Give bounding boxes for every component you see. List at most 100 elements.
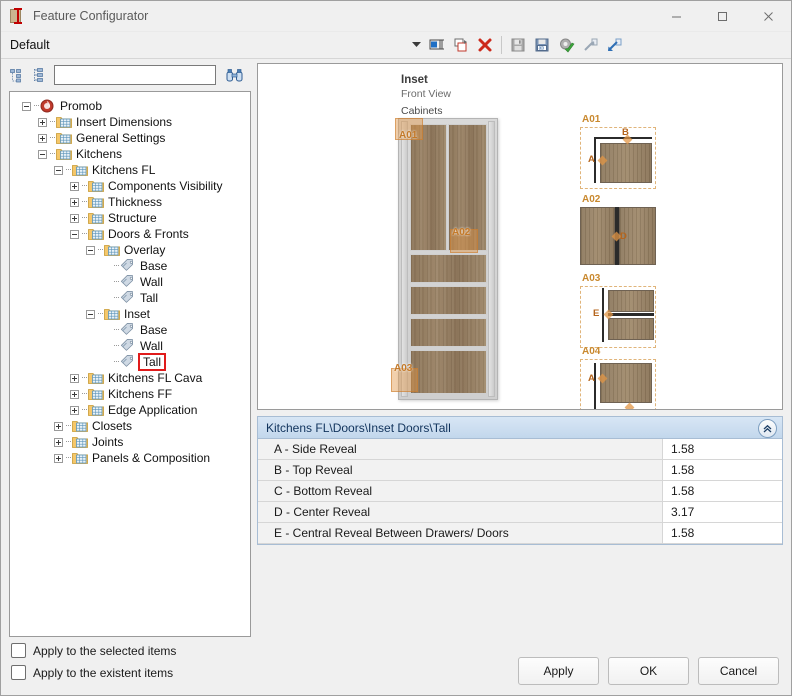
tree-item[interactable]: Joints bbox=[14, 434, 250, 450]
property-value[interactable]: 1.58 bbox=[662, 439, 782, 459]
property-row[interactable]: A - Side Reveal 1.58 bbox=[258, 439, 782, 460]
tree-item[interactable]: Edge Application bbox=[14, 402, 250, 418]
property-row[interactable]: D - Center Reveal 3.17 bbox=[258, 502, 782, 523]
tree-item[interactable]: Thickness bbox=[14, 194, 250, 210]
tree-item[interactable]: Kitchens FL Cava bbox=[14, 370, 250, 386]
collapse-icon[interactable] bbox=[38, 149, 47, 159]
duplicate-feature-icon[interactable] bbox=[450, 34, 472, 56]
detail-pane: Inset Front View Cabinets A01 A02 A03 A0… bbox=[251, 59, 791, 637]
tag-icon bbox=[120, 258, 136, 273]
tree-item[interactable]: Doors & Fronts bbox=[14, 226, 250, 242]
detail-code-a02: A02 bbox=[582, 194, 601, 205]
minimize-button[interactable] bbox=[653, 1, 699, 31]
cancel-button[interactable]: Cancel bbox=[698, 657, 779, 685]
expand-icon[interactable] bbox=[70, 405, 79, 415]
profile-combobox[interactable]: Default bbox=[5, 34, 425, 56]
rename-feature-icon[interactable] bbox=[426, 34, 448, 56]
expand-icon[interactable] bbox=[70, 197, 79, 207]
tree-item-label-wrap: Wall bbox=[140, 339, 163, 353]
checkbox-apply-selected[interactable]: Apply to the selected items bbox=[11, 643, 176, 658]
tree-item[interactable]: General Settings bbox=[14, 130, 250, 146]
maximize-button[interactable] bbox=[699, 1, 745, 31]
expand-icon[interactable] bbox=[70, 373, 79, 383]
checkbox-box-existent[interactable] bbox=[11, 665, 26, 680]
tree-item[interactable]: Wall bbox=[14, 274, 250, 290]
expand-icon[interactable] bbox=[38, 117, 47, 127]
property-row[interactable]: C - Bottom Reveal 1.58 bbox=[258, 481, 782, 502]
tree-connector bbox=[82, 409, 87, 411]
chevron-down-icon[interactable] bbox=[407, 35, 425, 55]
tree-item[interactable]: Kitchens bbox=[14, 146, 250, 162]
tree-item[interactable]: Inset bbox=[14, 306, 250, 322]
export-icon[interactable] bbox=[579, 34, 601, 56]
folder-icon bbox=[56, 131, 72, 145]
save-icon[interactable] bbox=[507, 34, 529, 56]
properties-header[interactable]: Kitchens FL\Doors\Inset Doors\Tall bbox=[258, 417, 782, 439]
property-name: E - Central Reveal Between Drawers/ Door… bbox=[274, 526, 509, 540]
tree-item-label: Thickness bbox=[108, 195, 163, 209]
binoculars-icon[interactable] bbox=[223, 64, 245, 86]
tree-item[interactable]: Tall bbox=[14, 353, 250, 371]
tree-connector bbox=[98, 313, 103, 315]
tree-item[interactable]: Base bbox=[14, 258, 250, 274]
expand-icon[interactable] bbox=[70, 389, 79, 399]
import-icon[interactable] bbox=[603, 34, 625, 56]
tree-item[interactable]: Structure bbox=[14, 210, 250, 226]
collapse-icon[interactable] bbox=[86, 309, 95, 319]
tree-item[interactable]: Panels & Composition bbox=[14, 450, 250, 466]
close-button[interactable] bbox=[745, 1, 791, 31]
tree-item[interactable]: Components Visibility bbox=[14, 178, 250, 194]
collapse-all-icon[interactable] bbox=[29, 65, 49, 85]
detail-a01: A01 A B bbox=[580, 114, 656, 189]
chevron-up-circle-icon[interactable] bbox=[758, 419, 777, 438]
toolbar-separator bbox=[501, 36, 502, 54]
ok-button[interactable]: OK bbox=[608, 657, 689, 685]
tree-item[interactable]: Wall bbox=[14, 338, 250, 354]
tree-item-label-wrap: Kitchens FL Cava bbox=[108, 371, 202, 385]
gear-check-icon[interactable] bbox=[555, 34, 577, 56]
tree-item[interactable]: Kitchens FL bbox=[14, 162, 250, 178]
expand-all-icon[interactable] bbox=[7, 65, 27, 85]
property-row[interactable]: B - Top Reveal 1.58 bbox=[258, 460, 782, 481]
title-bar: Feature Configurator bbox=[1, 1, 791, 32]
expand-icon[interactable] bbox=[54, 437, 63, 447]
collapse-icon[interactable] bbox=[86, 245, 95, 255]
collapse-icon[interactable] bbox=[54, 165, 63, 175]
search-input[interactable] bbox=[54, 65, 216, 85]
property-value[interactable]: 1.58 bbox=[662, 523, 782, 543]
expand-icon[interactable] bbox=[54, 453, 63, 463]
property-name: B - Top Reveal bbox=[274, 463, 353, 477]
tree-item[interactable]: Closets bbox=[14, 418, 250, 434]
tree-item-label: Insert Dimensions bbox=[76, 115, 173, 129]
tree-item[interactable]: Overlay bbox=[14, 242, 250, 258]
feature-tree[interactable]: Promob Insert Dimensions General Settings K… bbox=[9, 91, 251, 637]
tree-connector bbox=[82, 393, 87, 395]
collapse-icon[interactable] bbox=[22, 101, 31, 111]
tree-item[interactable]: Insert Dimensions bbox=[14, 114, 250, 130]
tree-item[interactable]: Tall bbox=[14, 290, 250, 306]
preview-category: Cabinets bbox=[401, 105, 443, 117]
property-value[interactable]: 1.58 bbox=[662, 481, 782, 501]
tree-item[interactable]: Promob bbox=[14, 98, 250, 114]
collapse-icon[interactable] bbox=[70, 229, 79, 239]
tree-search-row bbox=[7, 61, 251, 89]
folder-icon bbox=[88, 179, 104, 193]
tree-item[interactable]: Kitchens FF bbox=[14, 386, 250, 402]
property-value[interactable]: 3.17 bbox=[662, 502, 782, 522]
property-value[interactable]: 1.58 bbox=[662, 460, 782, 480]
apply-button[interactable]: Apply bbox=[518, 657, 599, 685]
expand-icon[interactable] bbox=[54, 421, 63, 431]
checkbox-box-selected[interactable] bbox=[11, 643, 26, 658]
save-as-icon[interactable]: ab bbox=[531, 34, 553, 56]
checkbox-apply-existent[interactable]: Apply to the existent items bbox=[11, 665, 176, 680]
tree-item[interactable]: Base bbox=[14, 322, 250, 338]
expand-icon[interactable] bbox=[38, 133, 47, 143]
svg-text:ab: ab bbox=[539, 46, 545, 52]
tree-item-label-wrap: Structure bbox=[108, 211, 157, 225]
expand-icon[interactable] bbox=[70, 181, 79, 191]
property-row[interactable]: E - Central Reveal Between Drawers/ Door… bbox=[258, 523, 782, 544]
delete-feature-icon[interactable] bbox=[474, 34, 496, 56]
expand-icon[interactable] bbox=[70, 213, 79, 223]
